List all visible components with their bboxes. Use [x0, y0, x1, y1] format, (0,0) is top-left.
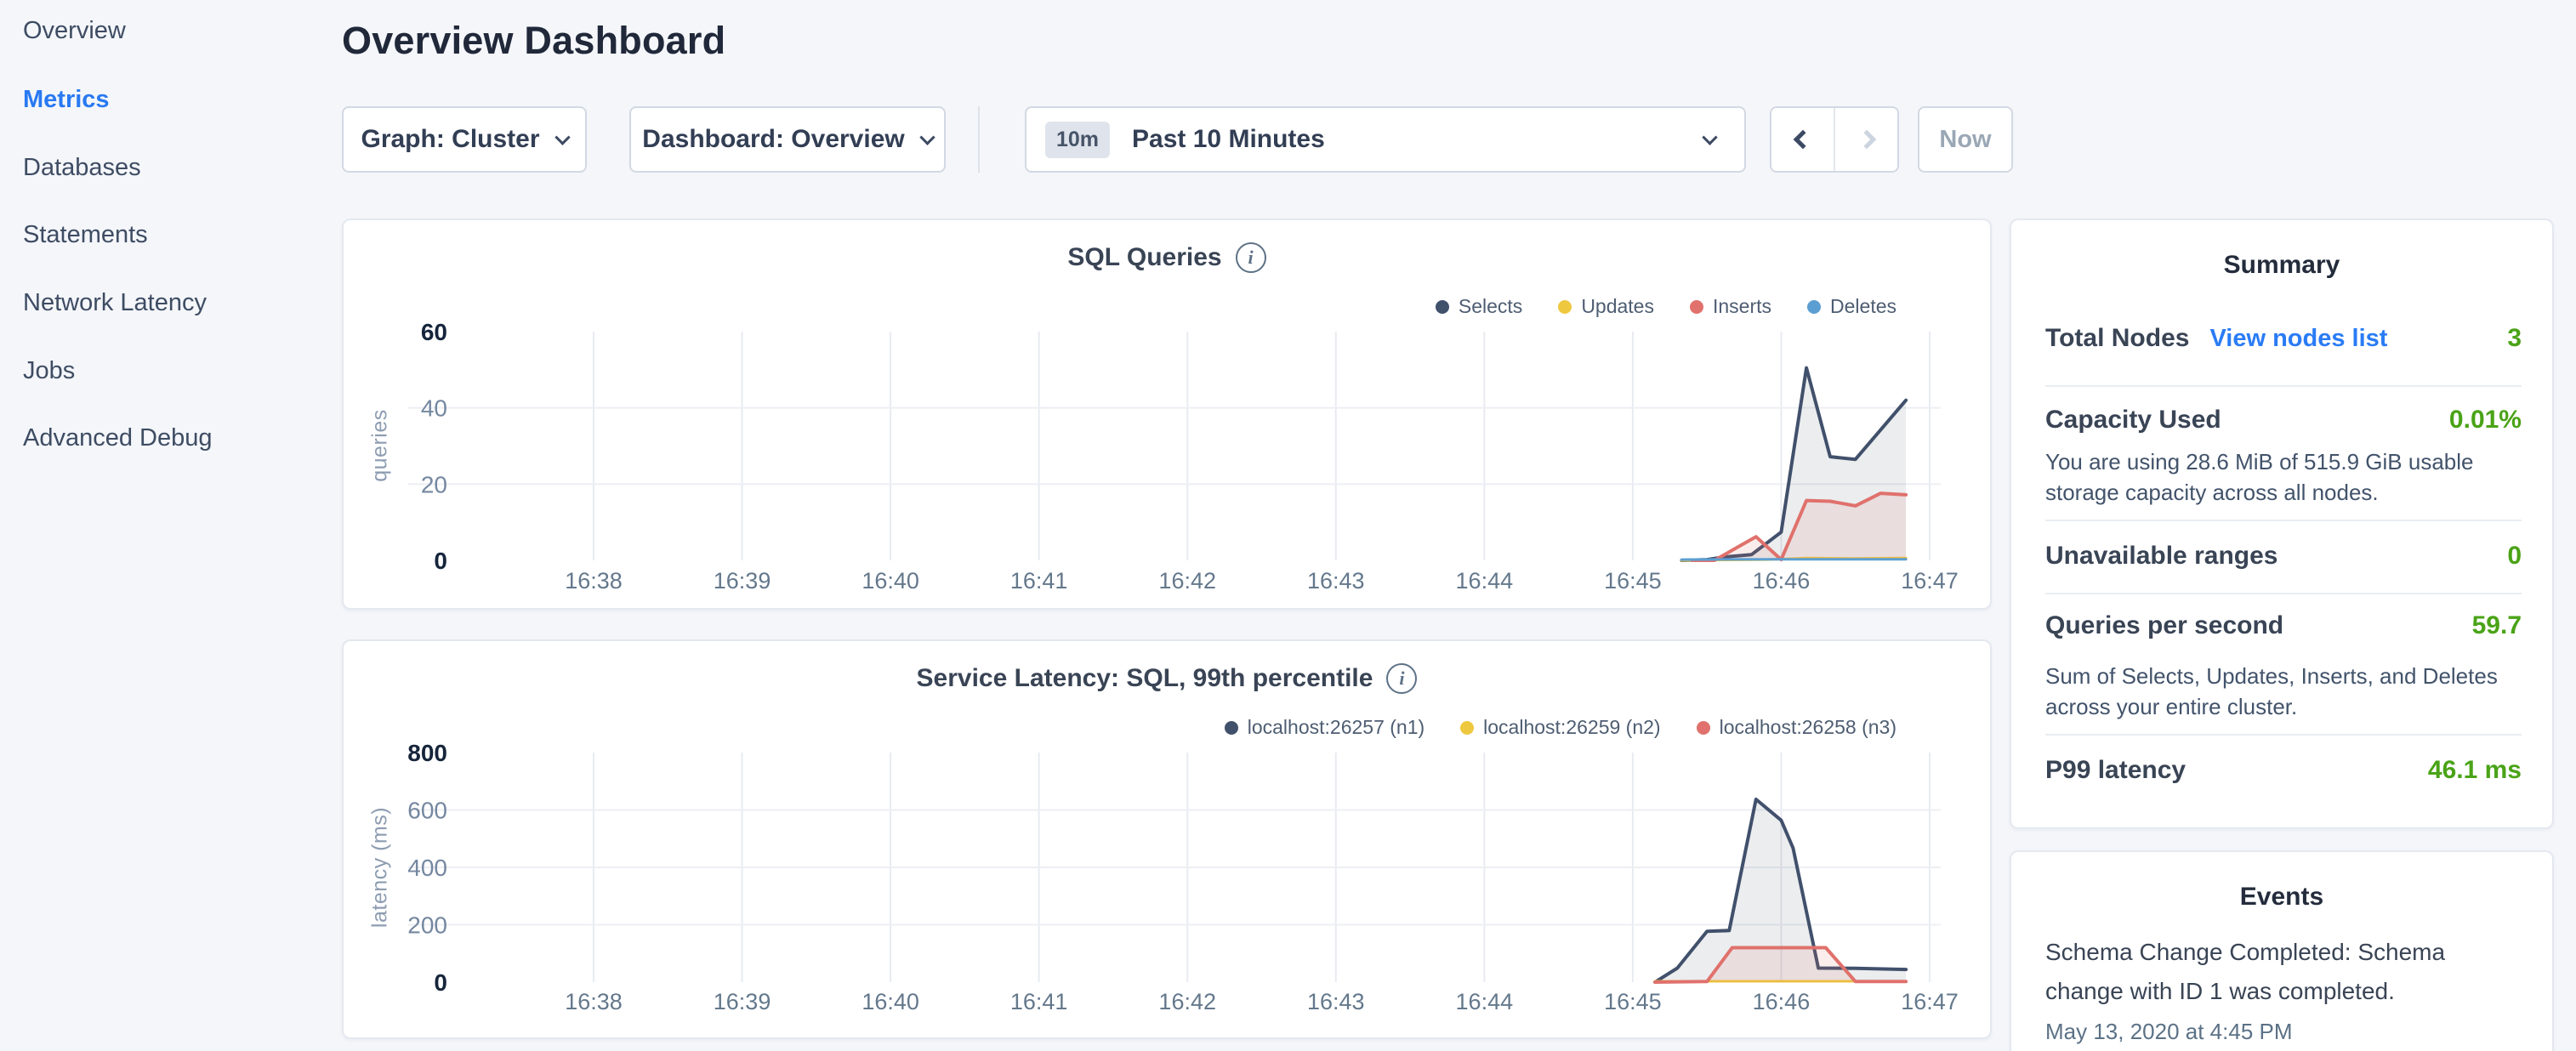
graph-dropdown-label: Graph: Cluster: [361, 125, 539, 154]
capacity-used-value: 0.01%: [2449, 406, 2522, 435]
p99-latency-row: P99 latency 46.1 ms: [2045, 756, 2522, 785]
divider: [2045, 734, 2522, 736]
capacity-used-description: You are using 28.6 MiB of 515.9 GiB usab…: [2045, 446, 2534, 508]
queries-per-second-row: Queries per second 59.7: [2045, 611, 2522, 640]
unavailable-ranges-value: 0: [2507, 542, 2522, 571]
x-tick-label: 16:40: [862, 568, 919, 594]
x-tick-label: 16:47: [1901, 568, 1959, 594]
dashboard-dropdown[interactable]: Dashboard: Overview: [629, 106, 946, 173]
dashboard-dropdown-label: Dashboard: Overview: [642, 125, 904, 154]
y-tick-label: 20: [421, 471, 447, 497]
total-nodes-value: 3: [2507, 324, 2522, 353]
y-tick-label: 800: [407, 740, 447, 766]
sidebar-item-statements[interactable]: Statements: [23, 218, 148, 252]
view-nodes-list-link[interactable]: View nodes list: [2209, 325, 2387, 353]
divider: [2045, 520, 2522, 521]
time-range-picker[interactable]: 10m Past 10 Minutes: [1025, 106, 1746, 173]
x-tick-label: 16:40: [862, 989, 919, 1014]
y-tick-label: 600: [407, 798, 447, 824]
sql-queries-chart[interactable]: 16:38 16:39 16:40 16:41 16:42 16:43 16:44 16:45…: [344, 220, 1993, 611]
sidebar-item-databases[interactable]: Databases: [23, 151, 141, 185]
x-tick-label: 16:46: [1753, 568, 1811, 594]
x-tick-label: 16:43: [1307, 989, 1365, 1014]
capacity-used-label: Capacity Used: [2045, 406, 2221, 435]
app-root: Overview Metrics Databases Statements Ne…: [0, 0, 2576, 1051]
x-tick-label: 16:43: [1307, 568, 1365, 594]
total-nodes-row: Total Nodes View nodes list 3: [2045, 324, 2522, 353]
unavailable-ranges-label: Unavailable ranges: [2045, 542, 2277, 571]
controls-divider: [978, 106, 980, 173]
x-tick-label: 16:44: [1456, 568, 1514, 594]
x-tick-label: 16:42: [1158, 989, 1216, 1014]
y-tick-label: 60: [421, 319, 447, 345]
queries-per-second-label: Queries per second: [2045, 611, 2283, 640]
sidebar-item-overview[interactable]: Overview: [23, 14, 126, 48]
y-tick-label: 400: [407, 855, 447, 881]
y-tick-label: 0: [434, 548, 447, 574]
next-time-button[interactable]: [1834, 108, 1897, 171]
sidebar-item-jobs[interactable]: Jobs: [23, 354, 75, 388]
capacity-used-row: Capacity Used 0.01%: [2045, 406, 2522, 435]
x-tick-label: 16:38: [565, 568, 623, 594]
unavailable-ranges-row: Unavailable ranges 0: [2045, 542, 2522, 571]
sidebar: Overview Metrics Databases Statements Ne…: [0, 0, 340, 1051]
y-tick-label: 200: [407, 912, 447, 939]
y-tick-label: 40: [421, 395, 447, 422]
divider: [2045, 593, 2522, 594]
p99-latency-value: 46.1 ms: [2428, 756, 2522, 785]
x-tick-label: 16:41: [1010, 568, 1068, 594]
queries-per-second-value: 59.7: [2472, 611, 2522, 640]
x-tick-label: 16:44: [1456, 989, 1514, 1014]
x-tick-label: 16:39: [714, 568, 771, 594]
events-title: Events: [2011, 883, 2552, 912]
service-latency-card: Service Latency: SQL, 99th percentile i …: [342, 639, 1992, 1039]
page-title: Overview Dashboard: [342, 19, 725, 63]
sidebar-item-metrics[interactable]: Metrics: [23, 82, 110, 116]
sidebar-item-advanced-debug[interactable]: Advanced Debug: [23, 421, 213, 455]
time-range-badge: 10m: [1045, 122, 1110, 158]
graph-dropdown[interactable]: Graph: Cluster: [342, 106, 587, 173]
now-button[interactable]: Now: [1918, 106, 2013, 173]
summary-panel: Summary Total Nodes View nodes list 3 Ca…: [2010, 219, 2554, 829]
x-tick-label: 16:45: [1604, 568, 1662, 594]
x-tick-label: 16:45: [1604, 989, 1662, 1014]
event-timestamp: May 13, 2020 at 4:45 PM: [2045, 1019, 2522, 1045]
chevron-right-icon: [1857, 130, 1876, 150]
x-tick-label: 16:42: [1158, 568, 1216, 594]
chevron-left-icon: [1793, 130, 1812, 150]
x-tick-label: 16:38: [565, 989, 623, 1014]
summary-title: Summary: [2011, 251, 2552, 280]
queries-per-second-description: Sum of Selects, Updates, Inserts, and De…: [2045, 661, 2534, 722]
x-tick-label: 16:39: [714, 989, 771, 1014]
service-latency-chart[interactable]: 16:38 16:39 16:40 16:41 16:42 16:43 16:44 16:45…: [344, 641, 1993, 1041]
divider: [2045, 385, 2522, 387]
y-tick-label: 0: [434, 969, 447, 996]
sql-queries-card: SQL Queries i SelectsUpdatesInsertsDelet…: [342, 219, 1992, 610]
p99-latency-label: P99 latency: [2045, 756, 2186, 785]
x-tick-label: 16:47: [1901, 989, 1959, 1014]
chevron-down-icon: [1702, 129, 1717, 145]
events-panel: Events Schema Change Completed: Schema c…: [2010, 850, 2554, 1051]
sidebar-item-network-latency[interactable]: Network Latency: [23, 286, 207, 320]
prev-time-button[interactable]: [1771, 108, 1834, 171]
time-pager: [1770, 106, 1899, 173]
event-item[interactable]: Schema Change Completed: Schema change w…: [2045, 933, 2526, 1011]
chevron-down-icon: [919, 129, 935, 145]
chevron-down-icon: [554, 129, 570, 145]
total-nodes-label: Total Nodes: [2045, 324, 2189, 353]
time-range-label: Past 10 Minutes: [1132, 125, 1682, 154]
x-tick-label: 16:41: [1010, 989, 1068, 1014]
x-tick-label: 16:46: [1753, 989, 1811, 1014]
